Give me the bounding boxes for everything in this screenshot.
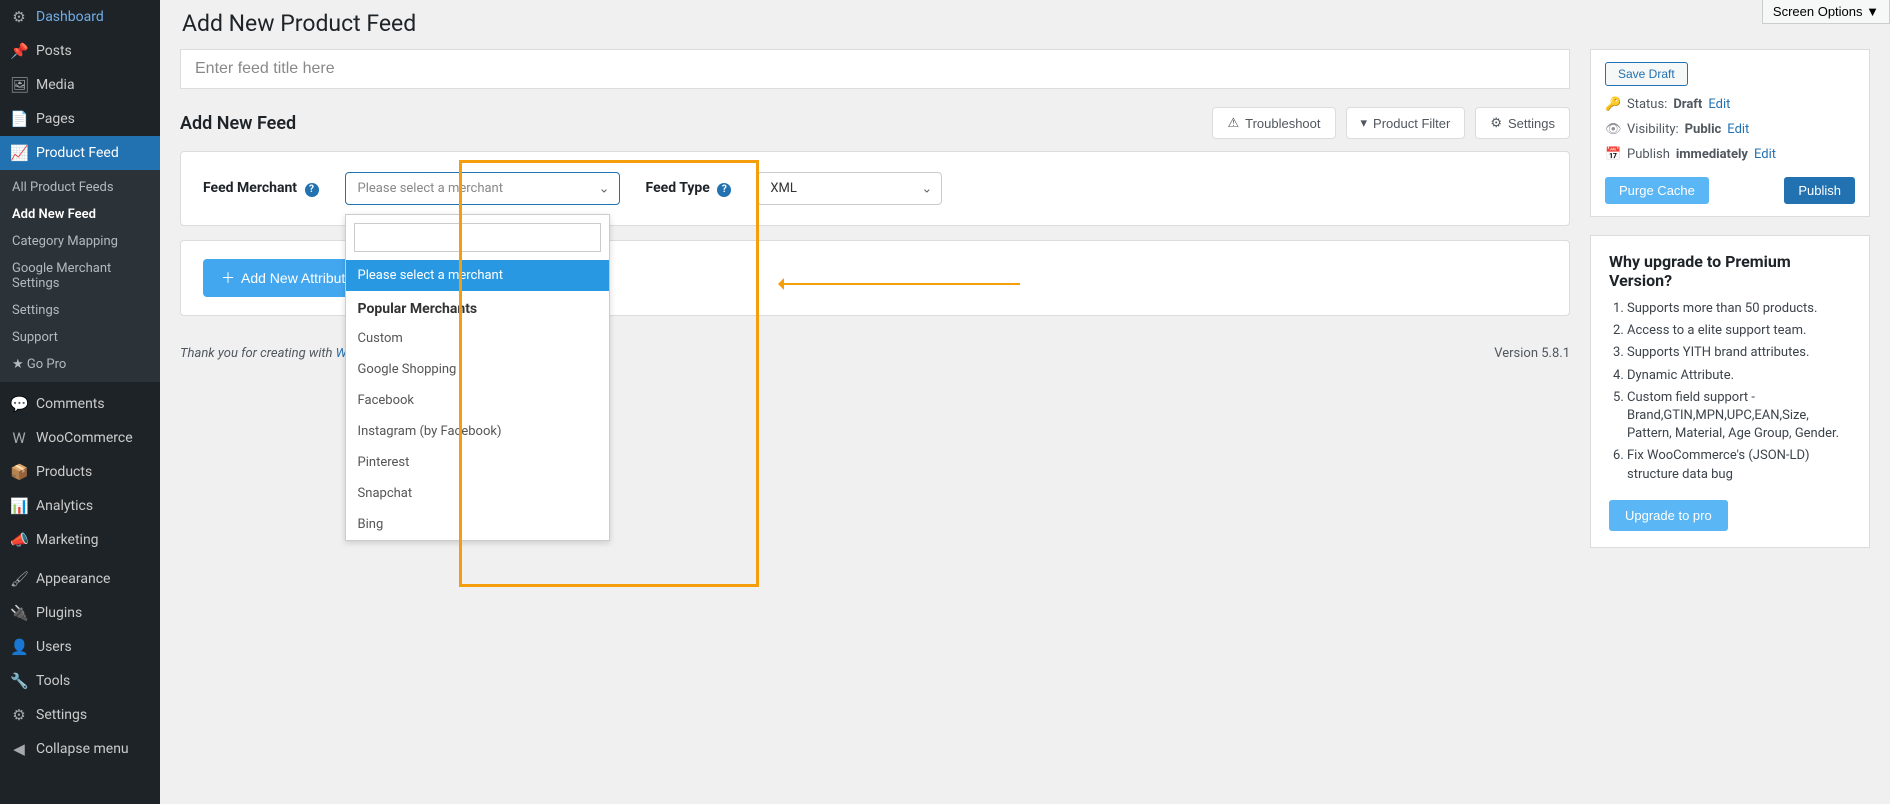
save-draft-button[interactable]: Save Draft xyxy=(1605,62,1688,86)
feed-merchant-label: Feed Merchant ? xyxy=(203,180,319,197)
annotation-arrow xyxy=(780,283,1020,285)
sidebar-item-pages[interactable]: 📄Pages xyxy=(0,102,160,136)
help-icon[interactable]: ? xyxy=(717,183,731,197)
dropdown-item[interactable]: Pinterest xyxy=(346,447,609,478)
sidebar-subitem[interactable]: Settings xyxy=(0,297,160,324)
settings-button[interactable]: ⚙Settings xyxy=(1475,107,1570,139)
upgrade-list-item: Fix WooCommerce's (JSON-LD) structure da… xyxy=(1627,447,1851,483)
footer-version: Version 5.8.1 xyxy=(1494,346,1570,361)
section-title: Add New Feed xyxy=(180,113,296,134)
key-icon: 🔑 xyxy=(1605,97,1621,112)
menu-icon: ⚙ xyxy=(10,8,28,26)
plus-icon: ＋ xyxy=(221,268,235,288)
menu-icon: 🖌 xyxy=(10,570,28,588)
upgrade-list-item: Dynamic Attribute. xyxy=(1627,367,1851,385)
chevron-down-icon: ⌄ xyxy=(599,181,610,196)
sidebar-item-appearance[interactable]: 🖌Appearance xyxy=(0,562,160,596)
help-icon[interactable]: ? xyxy=(305,183,319,197)
upgrade-list-item: Custom field support - Brand,GTIN,MPN,UP… xyxy=(1627,389,1851,444)
merchant-select[interactable]: Please select a merchant⌄ Please select … xyxy=(345,172,620,205)
calendar-icon: 📅 xyxy=(1605,147,1621,162)
product-filter-button[interactable]: ▾Product Filter xyxy=(1346,107,1466,139)
edit-visibility-link[interactable]: Edit xyxy=(1727,122,1749,137)
menu-icon: ⚙ xyxy=(10,706,28,724)
menu-icon: 📄 xyxy=(10,110,28,128)
sidebar-subitem[interactable]: Add New Feed xyxy=(0,201,160,228)
sidebar-item-product-feed[interactable]: 📈Product Feed xyxy=(0,136,160,170)
sidebar-item-media[interactable]: 🖼Media xyxy=(0,68,160,102)
menu-icon: 👤 xyxy=(10,638,28,656)
dropdown-group-label: Popular Merchants xyxy=(346,291,609,323)
upgrade-list-item: Supports YITH brand attributes. xyxy=(1627,344,1851,362)
dropdown-item[interactable]: Snapchat xyxy=(346,478,609,509)
main-content: Screen Options ▼ Add New Product Feed Ad… xyxy=(160,0,1890,804)
upgrade-list-item: Supports more than 50 products. xyxy=(1627,300,1851,318)
purge-cache-button[interactable]: Purge Cache xyxy=(1605,177,1709,204)
sidebar-item-analytics[interactable]: 📊Analytics xyxy=(0,489,160,523)
sidebar-item-users[interactable]: 👤Users xyxy=(0,630,160,664)
sidebar-item-woocommerce[interactable]: WWooCommerce xyxy=(0,421,160,455)
dropdown-item[interactable]: Google Shopping xyxy=(346,354,609,385)
dropdown-item[interactable]: Instagram (by Facebook) xyxy=(346,416,609,447)
admin-sidebar: ⚙Dashboard📌Posts🖼Media📄Pages📈Product Fee… xyxy=(0,0,160,804)
menu-icon: 🖼 xyxy=(10,76,28,94)
warning-icon: ⚠ xyxy=(1227,115,1239,131)
menu-icon: 📌 xyxy=(10,42,28,60)
sidebar-item-settings[interactable]: ⚙Settings xyxy=(0,698,160,732)
menu-icon: W xyxy=(10,429,28,447)
menu-icon: 📦 xyxy=(10,463,28,481)
page-title: Add New Product Feed xyxy=(182,10,1870,37)
sidebar-item-dashboard[interactable]: ⚙Dashboard xyxy=(0,0,160,34)
menu-icon: 📈 xyxy=(10,144,28,162)
upgrade-box: Why upgrade to Premium Version? Supports… xyxy=(1590,235,1870,548)
menu-icon: 🔌 xyxy=(10,604,28,622)
sidebar-item-collapse-menu[interactable]: ◀Collapse menu xyxy=(0,732,160,766)
menu-icon: 💬 xyxy=(10,395,28,413)
dropdown-item[interactable]: Bing xyxy=(346,509,609,540)
publish-metabox: Save Draft 🔑Status: Draft Edit 👁Visibili… xyxy=(1590,49,1870,217)
sidebar-item-tools[interactable]: 🔧Tools xyxy=(0,664,160,698)
dropdown-item[interactable]: Facebook xyxy=(346,385,609,416)
sidebar-subitem[interactable]: ★ Go Pro xyxy=(0,351,160,378)
filter-icon: ▾ xyxy=(1361,115,1368,131)
merchant-dropdown: Please select a merchantPopular Merchant… xyxy=(345,214,610,541)
gear-icon: ⚙ xyxy=(1490,115,1502,131)
dropdown-item[interactable]: Custom xyxy=(346,323,609,354)
publish-button[interactable]: Publish xyxy=(1784,177,1855,204)
menu-icon: ◀ xyxy=(10,740,28,758)
feed-title-input[interactable] xyxy=(180,49,1570,89)
sidebar-item-marketing[interactable]: 📣Marketing xyxy=(0,523,160,557)
upgrade-button[interactable]: Upgrade to pro xyxy=(1609,500,1728,531)
upgrade-title: Why upgrade to Premium Version? xyxy=(1609,252,1851,290)
screen-options-button[interactable]: Screen Options ▼ xyxy=(1762,0,1890,24)
troubleshoot-button[interactable]: ⚠Troubleshoot xyxy=(1212,107,1335,139)
edit-publish-link[interactable]: Edit xyxy=(1754,147,1776,162)
chevron-down-icon: ⌄ xyxy=(921,181,932,196)
menu-icon: 📣 xyxy=(10,531,28,549)
upgrade-list-item: Access to a elite support team. xyxy=(1627,322,1851,340)
sidebar-subitem[interactable]: Support xyxy=(0,324,160,351)
sidebar-item-plugins[interactable]: 🔌Plugins xyxy=(0,596,160,630)
sidebar-subitem[interactable]: All Product Feeds xyxy=(0,174,160,201)
menu-icon: 🔧 xyxy=(10,672,28,690)
dropdown-item[interactable]: Please select a merchant xyxy=(346,260,609,291)
sidebar-item-comments[interactable]: 💬Comments xyxy=(0,387,160,421)
merchant-search-input[interactable] xyxy=(354,223,601,252)
menu-icon: 📊 xyxy=(10,497,28,515)
eye-icon: 👁 xyxy=(1605,122,1621,137)
sidebar-subitem[interactable]: Google Merchant Settings xyxy=(0,255,160,297)
feed-type-select[interactable]: XML⌄ xyxy=(757,172,942,205)
sidebar-item-posts[interactable]: 📌Posts xyxy=(0,34,160,68)
feed-type-label: Feed Type ? xyxy=(646,180,732,197)
sidebar-item-products[interactable]: 📦Products xyxy=(0,455,160,489)
edit-status-link[interactable]: Edit xyxy=(1708,97,1730,112)
sidebar-subitem[interactable]: Category Mapping xyxy=(0,228,160,255)
